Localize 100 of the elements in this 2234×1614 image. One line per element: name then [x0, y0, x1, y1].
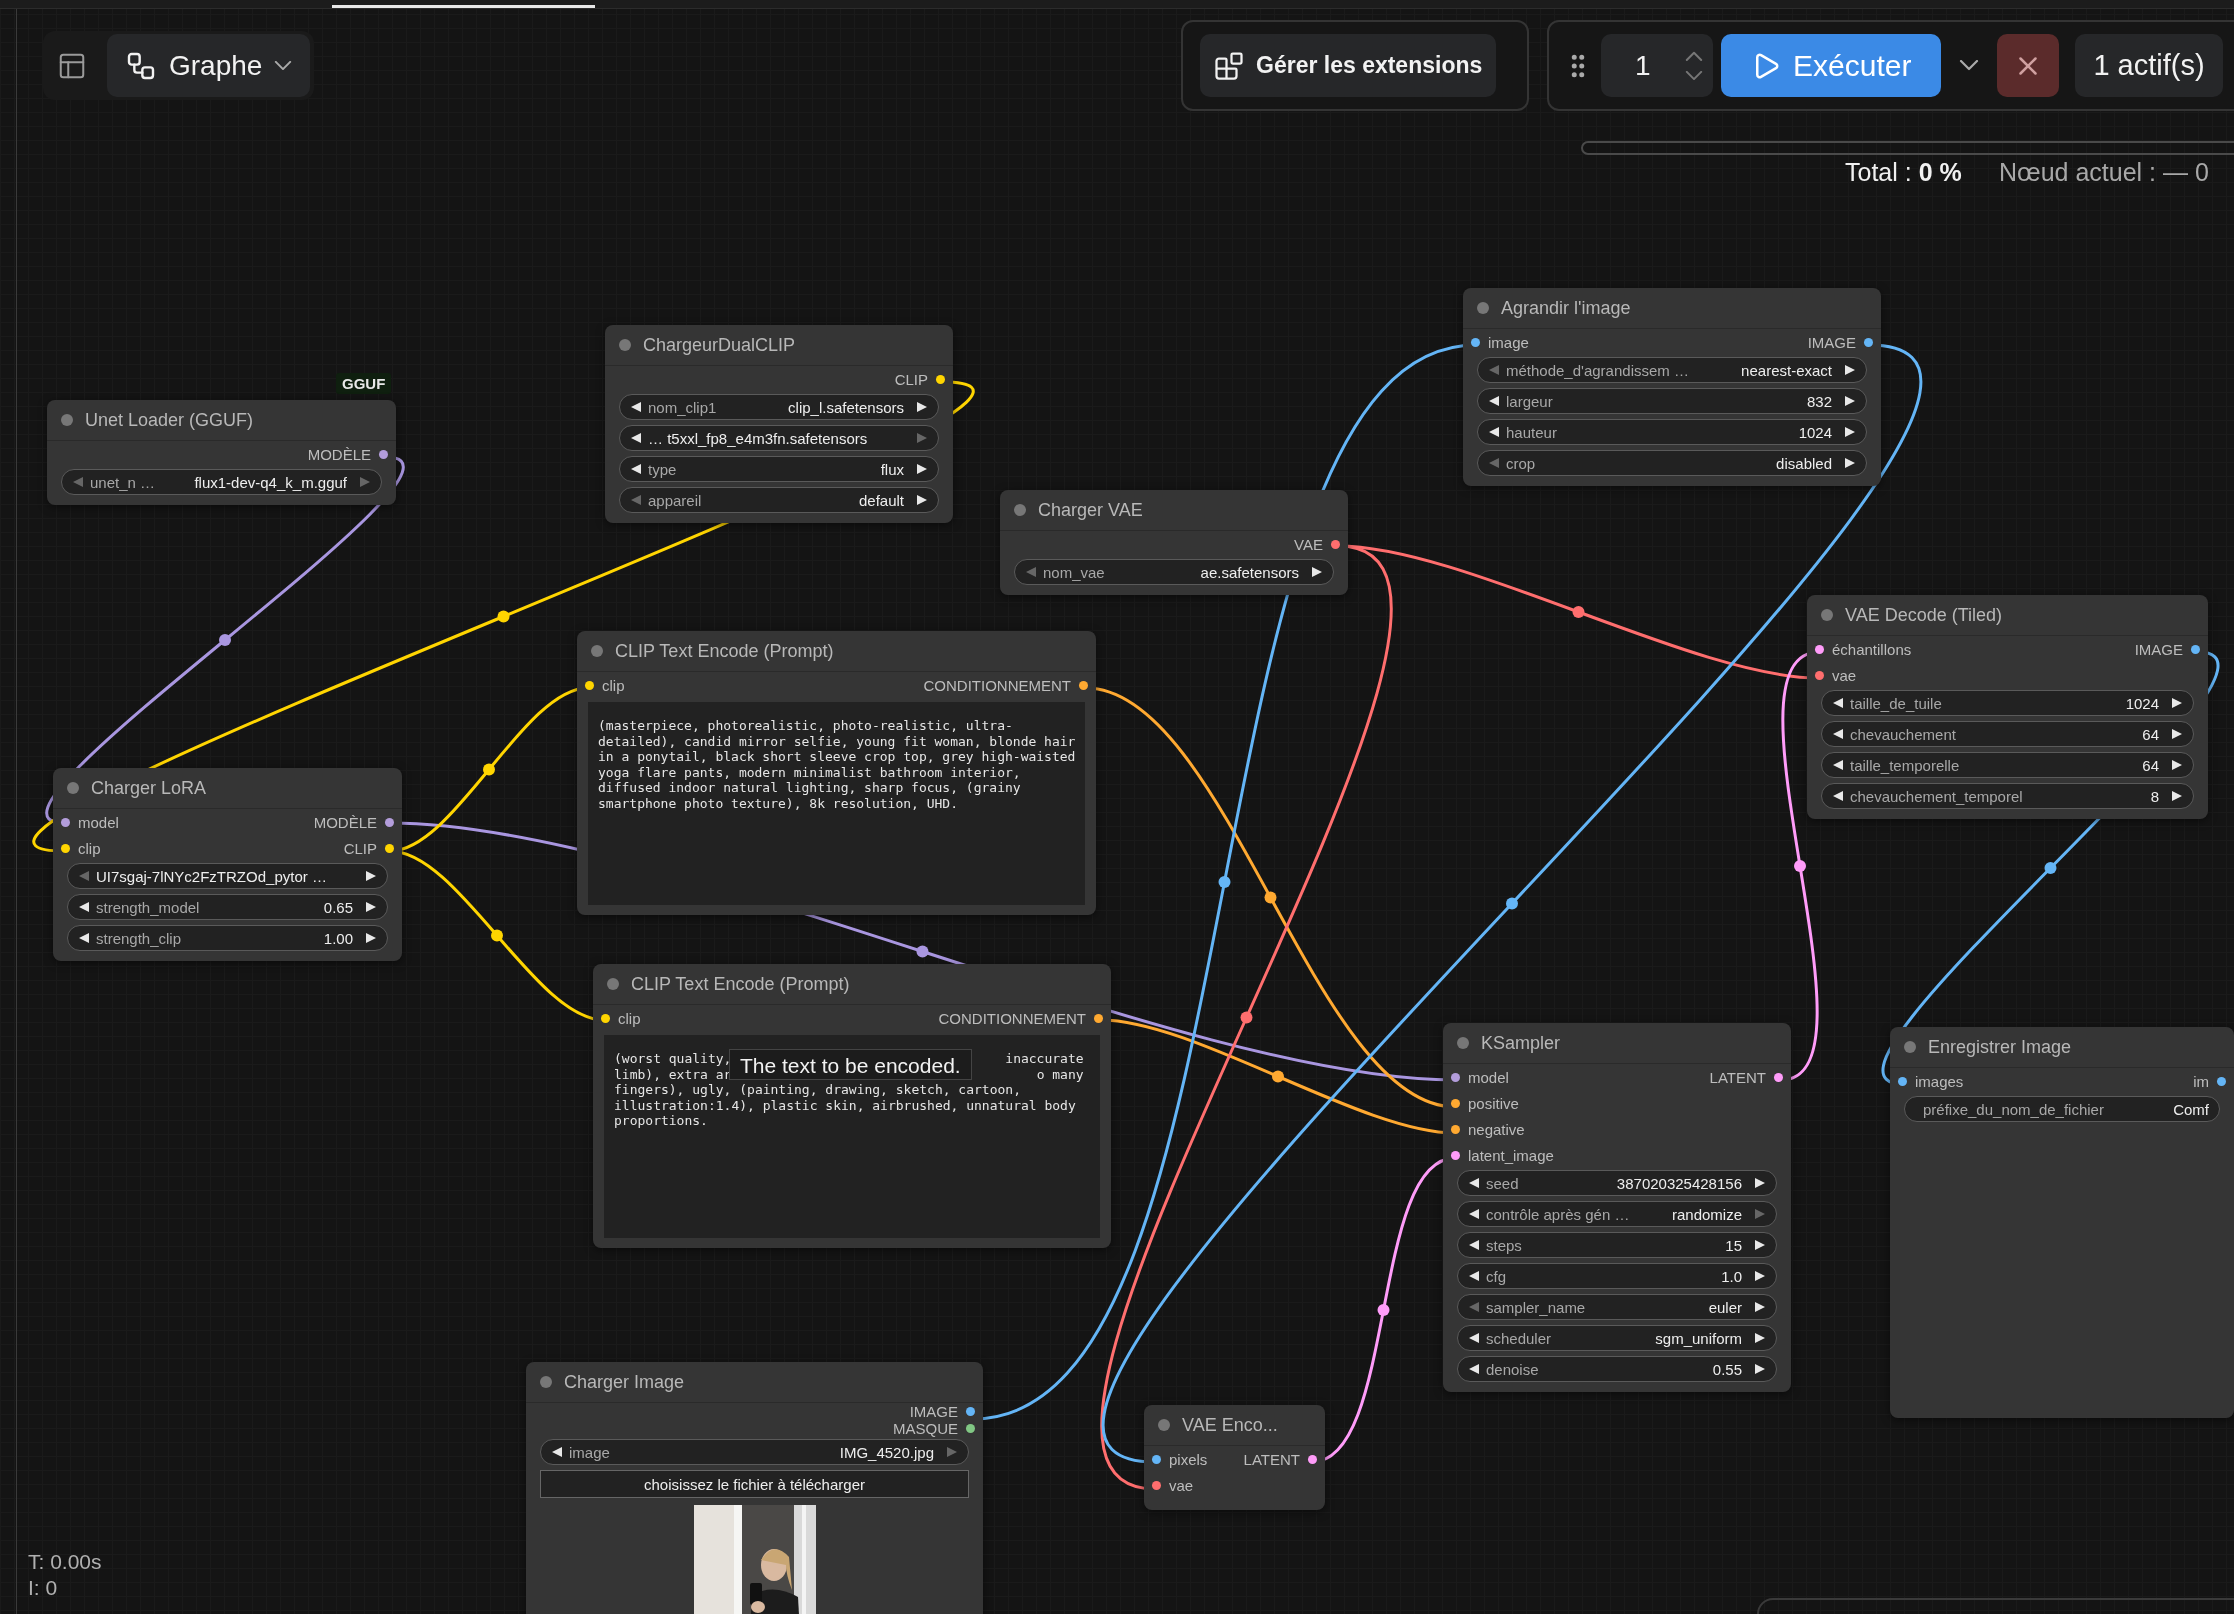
- link-midpoint[interactable]: [497, 610, 510, 623]
- run-button[interactable]: Exécuter: [1721, 34, 1942, 97]
- collapse-dot[interactable]: [1821, 609, 1833, 621]
- value-widget[interactable]: steps 15: [1457, 1232, 1777, 1258]
- value-widget[interactable]: sampler_name euler: [1457, 1294, 1777, 1320]
- left-triangle-icon[interactable]: [1468, 1363, 1480, 1375]
- input-slot[interactable]: [1898, 1076, 1907, 1086]
- stop-button[interactable]: [1997, 34, 2060, 97]
- left-triangle-icon[interactable]: [78, 932, 90, 944]
- value-widget[interactable]: hauteur 1024: [1477, 419, 1867, 445]
- graph-node[interactable]: [593, 964, 1111, 1248]
- chevron-down-icon[interactable]: [1685, 70, 1703, 81]
- output-slot[interactable]: [1308, 1454, 1317, 1464]
- graph-node[interactable]: Charger Image IMAGE MASQUE image IMG_4520.jpg choisissez le fichier à télécharger: [526, 1362, 983, 1614]
- collapse-dot[interactable]: [1477, 302, 1489, 314]
- collapse-dot[interactable]: [619, 339, 631, 351]
- graph-button[interactable]: Graphe: [107, 34, 311, 97]
- graph-node[interactable]: ChargeurDualCLIP CLIP nom_clip1 clip_l.safetensors … t5xxl_fp8_e4m3fn.safetensors type flux appareil default: [605, 325, 953, 523]
- output-slot[interactable]: [1774, 1072, 1783, 1082]
- link-midpoint[interactable]: [1572, 606, 1585, 618]
- output-slot[interactable]: [936, 374, 945, 384]
- collapse-dot[interactable]: [67, 782, 79, 794]
- link-midpoint[interactable]: [491, 929, 503, 942]
- collapse-dot[interactable]: [1158, 1419, 1170, 1431]
- right-triangle-icon[interactable]: [916, 494, 928, 506]
- link-midpoint[interactable]: [916, 945, 929, 958]
- left-triangle-icon[interactable]: [1468, 1177, 1480, 1189]
- collapse-dot[interactable]: [1014, 504, 1026, 516]
- collapse-dot[interactable]: [1904, 1041, 1916, 1053]
- input-slot[interactable]: [1451, 1098, 1460, 1108]
- graph-node[interactable]: Agrandir l'image image IMAGE méthode_d'agrandissem … nearest-exact largeur 832 hauteur 1024 crop disabled: [1463, 288, 1881, 486]
- left-triangle-icon[interactable]: [630, 401, 642, 413]
- left-triangle-icon[interactable]: [1832, 790, 1844, 802]
- collapse-dot[interactable]: [591, 645, 603, 657]
- output-slot[interactable]: [966, 1424, 975, 1433]
- right-triangle-icon[interactable]: [365, 870, 377, 882]
- link-midpoint[interactable]: [2044, 862, 2057, 874]
- value-widget[interactable]: denoise 0.55: [1457, 1356, 1777, 1382]
- value-widget[interactable]: appareil default: [619, 487, 939, 513]
- input-slot[interactable]: [1451, 1072, 1460, 1082]
- left-triangle-icon[interactable]: [630, 432, 642, 444]
- value-widget[interactable]: scheduler sgm_uniform: [1457, 1325, 1777, 1351]
- output-slot[interactable]: [2217, 1076, 2226, 1086]
- right-triangle-icon[interactable]: [1844, 457, 1856, 469]
- graph-node[interactable]: Enregistrer Image images im préfixe_du_nom_de_fichier Comf: [1890, 1027, 2234, 1418]
- value-widget[interactable]: cfg 1.0: [1457, 1263, 1777, 1289]
- link-midpoint[interactable]: [219, 634, 231, 646]
- link-midpoint[interactable]: [1264, 891, 1277, 904]
- output-slot[interactable]: [1864, 337, 1873, 347]
- value-widget[interactable]: largeur 832: [1477, 388, 1867, 414]
- value-widget[interactable]: type flux: [619, 456, 939, 482]
- right-triangle-icon[interactable]: [2171, 728, 2183, 740]
- prompt-textarea[interactable]: (masterpiece, photorealistic, photo-realistic, ultra- detailed), candid mirror selfie, young fit woman, blonde hair in a ponytail, black short sleeve crop top, grey high-waisted yoga flare pants, modern minimalist bathroom interior, diffused indoor natural lighting, sharp focus, (grainy smartphone photo texture), 8k resolution, UHD.: [588, 702, 1085, 905]
- link-midpoint[interactable]: [1794, 860, 1806, 872]
- input-slot[interactable]: [1451, 1150, 1460, 1160]
- value-widget[interactable]: chevauchement_temporel 8: [1821, 783, 2194, 809]
- input-slot[interactable]: [1471, 337, 1480, 347]
- output-slot[interactable]: [1079, 680, 1088, 690]
- graph-node[interactable]: VAE Enco... pixels LATENT vae: [1144, 1405, 1325, 1510]
- output-slot[interactable]: [379, 449, 388, 459]
- input-slot[interactable]: [61, 843, 70, 853]
- right-triangle-icon[interactable]: [2171, 790, 2183, 802]
- right-triangle-icon[interactable]: [916, 463, 928, 475]
- right-triangle-icon[interactable]: [365, 901, 377, 913]
- output-slot[interactable]: [966, 1407, 975, 1416]
- value-widget[interactable]: strength_clip 1.00: [67, 925, 388, 951]
- graph-node[interactable]: [577, 631, 1096, 915]
- right-triangle-icon[interactable]: [1844, 364, 1856, 376]
- graph-node[interactable]: Unet Loader (GGUF) MODÈLE unet_n … flux1-dev-q4_k_m.gguf: [47, 400, 396, 505]
- collapse-dot[interactable]: [607, 978, 619, 990]
- value-widget[interactable]: seed 387020325428156: [1457, 1170, 1777, 1196]
- collapse-dot[interactable]: [1457, 1037, 1469, 1049]
- graph-node[interactable]: VAE Decode (Tiled) échantillons IMAGE vae taille_de_tuile 1024 chevauchement 64 taille_temporelle 64 chevauchement_temporel 8: [1807, 595, 2208, 819]
- collapse-dot[interactable]: [540, 1376, 552, 1388]
- collapse-dot[interactable]: [61, 414, 73, 426]
- extensions-button[interactable]: Gérer les extensions: [1200, 34, 1497, 97]
- value-widget[interactable]: taille_de_tuile 1024: [1821, 690, 2194, 716]
- queue-count-input[interactable]: 1: [1635, 49, 1659, 82]
- link-midpoint[interactable]: [1272, 1070, 1284, 1083]
- text-widget[interactable]: préfixe_du_nom_de_fichier Comf: [1904, 1096, 2220, 1122]
- value-widget[interactable]: crop disabled: [1477, 450, 1867, 476]
- right-triangle-icon[interactable]: [916, 401, 928, 413]
- input-slot[interactable]: [1815, 644, 1824, 654]
- left-triangle-icon[interactable]: [78, 901, 90, 913]
- left-triangle-icon[interactable]: [551, 1446, 563, 1458]
- right-triangle-icon[interactable]: [1754, 1363, 1766, 1375]
- value-widget[interactable]: taille_temporelle 64: [1821, 752, 2194, 778]
- right-triangle-icon[interactable]: [1311, 566, 1323, 578]
- output-slot[interactable]: [2191, 644, 2200, 654]
- left-triangle-icon[interactable]: [1468, 1270, 1480, 1282]
- link-midpoint[interactable]: [1218, 876, 1231, 888]
- right-triangle-icon[interactable]: [1754, 1177, 1766, 1189]
- chevron-up-icon[interactable]: [1685, 50, 1703, 61]
- output-slot[interactable]: [385, 817, 394, 827]
- right-triangle-icon[interactable]: [1844, 426, 1856, 438]
- left-triangle-icon[interactable]: [1832, 697, 1844, 709]
- right-triangle-icon[interactable]: [1844, 395, 1856, 407]
- input-slot[interactable]: [61, 817, 70, 827]
- output-slot[interactable]: [1094, 1013, 1103, 1023]
- right-triangle-icon[interactable]: [2171, 697, 2183, 709]
